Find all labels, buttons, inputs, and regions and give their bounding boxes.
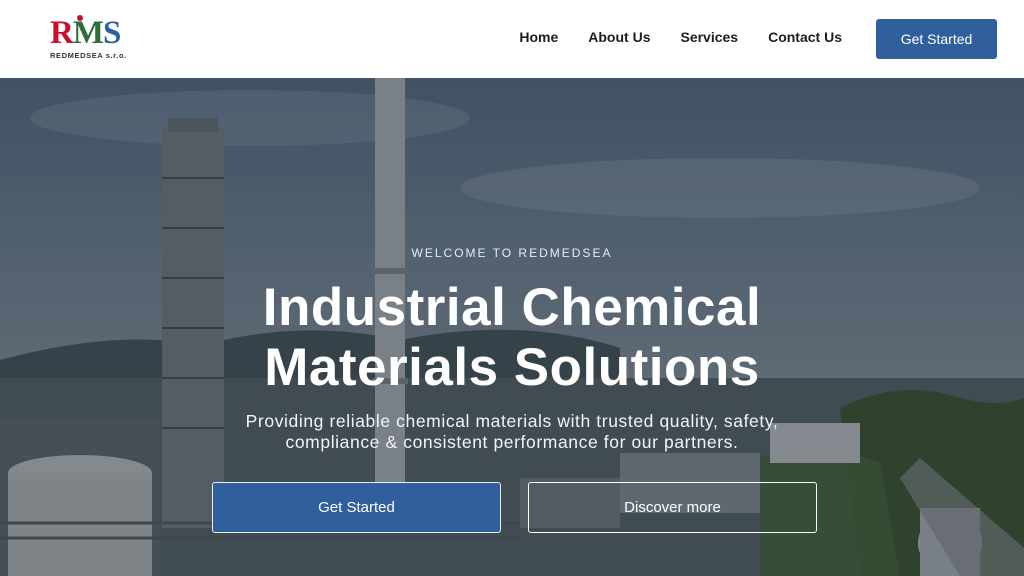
- hero-content: WELCOME TO REDMEDSEA Industrial Chemical…: [0, 78, 1024, 576]
- hero-title: Industrial Chemical Materials Solutions: [0, 278, 1024, 398]
- hero-title-line-2: Materials Solutions: [264, 338, 760, 397]
- main-nav: Home About Us Services Contact Us: [519, 29, 842, 45]
- nav-home[interactable]: Home: [519, 29, 558, 45]
- logo[interactable]: RMS REDMEDSEA s.r.o.: [50, 15, 130, 63]
- hero-get-started-button[interactable]: Get Started: [212, 482, 501, 533]
- header-get-started-button[interactable]: Get Started: [876, 19, 997, 59]
- hero-subtitle: Providing reliable chemical materials wi…: [0, 411, 1024, 453]
- logo-mark: RMS: [50, 15, 121, 51]
- nav-contact-us[interactable]: Contact Us: [768, 29, 842, 45]
- hero-title-line-1: Industrial Chemical: [262, 278, 762, 337]
- site-header: RMS REDMEDSEA s.r.o. Home About Us Servi…: [0, 0, 1024, 78]
- hero-subtitle-line-2: compliance & consistent performance for …: [285, 432, 739, 452]
- hero-discover-more-button[interactable]: Discover more: [528, 482, 817, 533]
- hero-eyebrow: WELCOME TO REDMEDSEA: [411, 246, 613, 260]
- logo-subtitle: REDMEDSEA s.r.o.: [50, 51, 127, 60]
- hero-section: WELCOME TO REDMEDSEA Industrial Chemical…: [0, 78, 1024, 576]
- hero-subtitle-line-1: Providing reliable chemical materials wi…: [245, 411, 779, 431]
- nav-about-us[interactable]: About Us: [588, 29, 650, 45]
- nav-services[interactable]: Services: [680, 29, 738, 45]
